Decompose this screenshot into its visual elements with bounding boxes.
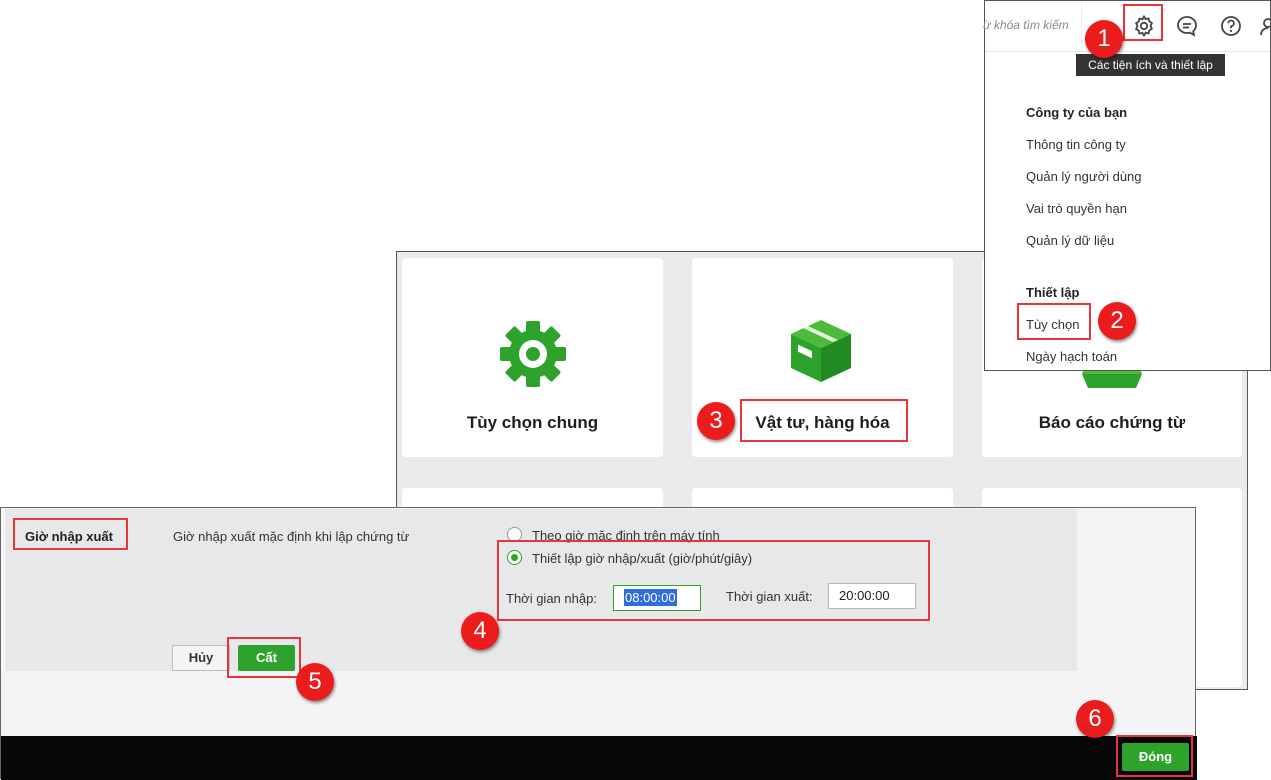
highlight-close <box>1116 735 1193 777</box>
highlight-section-label <box>13 518 128 550</box>
step-badge-5: 5 <box>296 663 334 701</box>
menu-section-company: Công ty của bạn <box>1026 105 1128 120</box>
menu-item-user-management[interactable]: Quản lý người dùng <box>1026 169 1142 184</box>
highlight-time-settings <box>497 540 930 621</box>
section-description: Giờ nhập xuất mặc định khi lập chứng từ <box>173 529 410 544</box>
highlight-gear <box>1123 4 1163 41</box>
menu-item-data-management[interactable]: Quản lý dữ liệu <box>1026 233 1114 248</box>
highlight-materials <box>740 399 908 442</box>
chat-icon[interactable] <box>1175 14 1199 38</box>
step-badge-1: 1 <box>1085 20 1123 58</box>
search-input[interactable]: ừ khóa tìm kiếm <box>983 18 1069 32</box>
dialog-footer: Đóng <box>1 736 1197 780</box>
card-title-general: Tùy chọn chung <box>466 413 599 432</box>
highlight-options <box>1017 303 1091 340</box>
card-title-reports: Báo cáo chứng từ <box>1038 413 1186 432</box>
box-icon <box>791 320 851 382</box>
cancel-button[interactable]: Hủy <box>172 645 230 671</box>
help-icon[interactable] <box>1219 14 1243 38</box>
card-general-options[interactable]: Tùy chọn chung <box>402 258 663 457</box>
gear-icon <box>500 321 566 387</box>
menu-item-roles[interactable]: Vai trò quyền hạn <box>1026 201 1127 216</box>
step-badge-2: 2 <box>1098 302 1136 340</box>
menu-item-posting-date[interactable]: Ngày hạch toán <box>1026 349 1117 364</box>
step-badge-3: 3 <box>697 402 735 440</box>
highlight-save <box>227 637 301 678</box>
step-badge-6: 6 <box>1076 700 1114 738</box>
step-badge-4: 4 <box>461 612 499 650</box>
menu-section-settings: Thiết lập <box>1026 285 1080 300</box>
menu-item-company-info[interactable]: Thông tin công ty <box>1026 137 1126 152</box>
user-icon[interactable] <box>1259 14 1271 38</box>
